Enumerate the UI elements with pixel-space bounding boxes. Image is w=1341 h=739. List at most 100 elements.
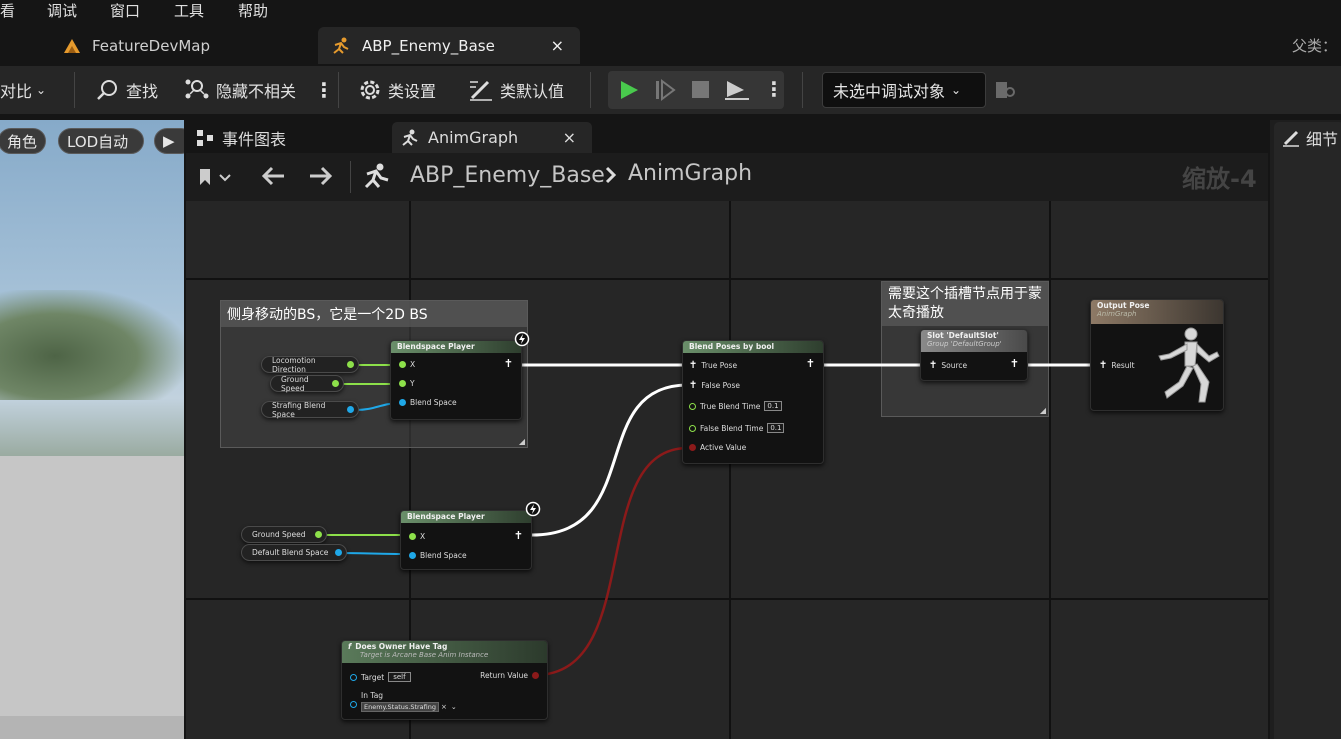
- viewport-floor-edge: [0, 716, 184, 739]
- pose-pin-icon[interactable]: ✝: [504, 357, 513, 370]
- pin-x[interactable]: X: [399, 360, 415, 369]
- tab-label: AnimGraph: [428, 128, 519, 147]
- pin-false-pose[interactable]: ✝ False Pose: [689, 380, 740, 391]
- character-label: 角色: [7, 132, 38, 151]
- pin-x[interactable]: X: [409, 532, 425, 541]
- tab-abp-enemy-base[interactable]: ABP_Enemy_Base ×: [318, 27, 580, 64]
- class-settings-button[interactable]: 类设置: [358, 74, 436, 106]
- tab-label: ABP_Enemy_Base: [362, 36, 495, 55]
- does-owner-have-tag-node[interactable]: f Does Owner Have Tag Target is Arcane Ba…: [341, 640, 548, 720]
- value-box[interactable]: 0.1: [767, 423, 785, 433]
- pin-y[interactable]: Y: [399, 379, 415, 388]
- tab-details[interactable]: 细节: [1274, 122, 1341, 153]
- tab-event-graph[interactable]: 事件图表: [196, 122, 286, 153]
- pin-blend-space[interactable]: Blend Space: [399, 398, 457, 407]
- pencil-icon: [1282, 129, 1300, 147]
- menu-window[interactable]: 窗口: [110, 0, 140, 21]
- pin-out[interactable]: [335, 549, 342, 556]
- pin-false-blend-time[interactable]: False Blend Time 0.1: [689, 423, 785, 433]
- level-icon: [62, 38, 82, 54]
- tab-feature-dev-map[interactable]: FeatureDevMap: [50, 27, 310, 64]
- tag-value-row: Enemy.Status.Strafing × ⌄: [361, 702, 457, 712]
- var-locomotion-direction[interactable]: Locomotion Direction: [261, 356, 359, 374]
- hide-unrelated-button[interactable]: 隐藏不相关: [184, 74, 296, 106]
- pin-label: Blend Space: [420, 551, 467, 560]
- output-pose-node[interactable]: Output Pose AnimGraph ✝ Result: [1090, 299, 1224, 411]
- var-ground-speed[interactable]: Ground Speed: [270, 374, 344, 393]
- var-strafing-blend-space[interactable]: Strafing Blend Space: [261, 401, 359, 419]
- pin-out[interactable]: [332, 380, 339, 387]
- slot-node[interactable]: Slot 'DefaultSlot' Group 'DefaultGroup' …: [920, 329, 1028, 381]
- more-options-icon[interactable]: ⋮: [764, 77, 784, 101]
- divider: [74, 72, 75, 108]
- divider: [802, 72, 803, 108]
- pose-pin-icon[interactable]: ✝: [514, 529, 523, 542]
- blendspace-player-node[interactable]: Blendspace Player X Blend Space ✝: [400, 510, 532, 570]
- viewport-play-button[interactable]: ▶: [154, 128, 184, 154]
- viewport-character-button[interactable]: 角色: [0, 128, 46, 154]
- value-box[interactable]: self: [388, 672, 411, 682]
- menu-debug[interactable]: 调试: [47, 0, 77, 21]
- node-title-row: f Does Owner Have Tag: [348, 642, 541, 651]
- pin-result[interactable]: ✝ Result: [1099, 360, 1135, 371]
- tab-anim-graph[interactable]: AnimGraph ×: [392, 122, 592, 153]
- pin-out[interactable]: [347, 361, 354, 368]
- debug-filter-icon[interactable]: [995, 80, 1017, 104]
- tab-label: FeatureDevMap: [92, 36, 210, 55]
- play-icon: ▶: [163, 132, 175, 150]
- menu-tools[interactable]: 工具: [174, 0, 204, 21]
- pin-target[interactable]: Target self: [350, 672, 411, 682]
- close-icon[interactable]: ×: [441, 703, 447, 711]
- menu-bar: 看 调试 窗口 工具 帮助: [0, 0, 1341, 22]
- pin-blend-space[interactable]: Blend Space: [409, 551, 467, 560]
- tab-label: 事件图表: [222, 129, 287, 149]
- class-defaults-label: 类默认值: [500, 82, 565, 101]
- diff-button[interactable]: 对比 ⌄: [0, 74, 46, 106]
- blendspace-player-node[interactable]: Blendspace Player X Y Blend Space ✝: [390, 340, 522, 420]
- viewport-lod-button[interactable]: LOD自动: [58, 128, 144, 154]
- pin-out[interactable]: [347, 406, 354, 413]
- step-icon[interactable]: [654, 79, 676, 105]
- debug-object-dropdown[interactable]: 未选中调试对象 ⌄: [822, 72, 986, 108]
- anim-graph-editor[interactable]: ABP_Enemy_Base AnimGraph 缩放-4 侧身移动的BS，它是…: [186, 153, 1268, 739]
- tab-close-button[interactable]: ×: [563, 128, 576, 147]
- blend-poses-by-bool-node[interactable]: Blend Poses by bool ✝ True Pose ✝ False Po…: [682, 340, 824, 464]
- chevron-down-icon: ⌄: [951, 83, 962, 97]
- pin-label: Return Value: [480, 671, 528, 680]
- blueprint-toolbar: 对比 ⌄ 查找 隐藏不相关 ⋮ 类设置 类默认值 ⋮ 未选中调试对象 ⌄: [0, 66, 1341, 114]
- event-graph-icon: [196, 129, 214, 147]
- in-tag-group: In Tag Enemy.Status.Strafing × ⌄: [361, 691, 457, 712]
- eject-icon[interactable]: [724, 79, 750, 105]
- pin-out[interactable]: [315, 531, 322, 538]
- menu-help[interactable]: 帮助: [238, 0, 268, 21]
- stop-icon[interactable]: [690, 79, 712, 105]
- pin-true-pose[interactable]: ✝ True Pose: [689, 360, 737, 371]
- pose-pin-icon[interactable]: ✝: [806, 357, 815, 370]
- menu-view[interactable]: 看: [0, 0, 15, 21]
- node-header: f Does Owner Have Tag Target is Arcane Ba…: [342, 641, 547, 663]
- pin-true-blend-time[interactable]: True Blend Time 0.1: [689, 401, 782, 411]
- node-subtitle: AnimGraph: [1097, 310, 1137, 318]
- details-panel: 细节: [1270, 120, 1341, 739]
- node-subtitle: Target is Arcane Base Anim Instance: [360, 651, 489, 659]
- var-label: Ground Speed: [281, 374, 309, 393]
- class-defaults-button[interactable]: 类默认值: [468, 74, 564, 106]
- pose-pin-icon[interactable]: ✝: [1010, 357, 1019, 370]
- tag-chip[interactable]: Enemy.Status.Strafing: [361, 702, 439, 712]
- more-options-icon[interactable]: ⋮: [314, 74, 334, 106]
- tab-close-button[interactable]: ×: [551, 36, 564, 55]
- pin-label: X: [410, 360, 416, 369]
- play-icon[interactable]: [618, 79, 640, 105]
- pin-in-tag[interactable]: In Tag Enemy.Status.Strafing × ⌄: [350, 691, 457, 712]
- preview-viewport[interactable]: 角色 LOD自动 ▶: [0, 120, 184, 739]
- details-body: [1274, 153, 1341, 739]
- pin-source[interactable]: ✝ Source: [929, 360, 967, 371]
- find-button[interactable]: 查找: [96, 74, 158, 106]
- var-default-blend-space[interactable]: Default Blend Space: [241, 544, 347, 561]
- pin-active-value[interactable]: Active Value: [689, 443, 746, 452]
- chevron-down-icon[interactable]: ⌄: [451, 703, 457, 711]
- value-box[interactable]: 0.1: [764, 401, 782, 411]
- pin-label: X: [420, 532, 426, 541]
- pin-return-value[interactable]: Return Value: [480, 671, 539, 680]
- var-ground-speed-2[interactable]: Ground Speed: [241, 526, 327, 543]
